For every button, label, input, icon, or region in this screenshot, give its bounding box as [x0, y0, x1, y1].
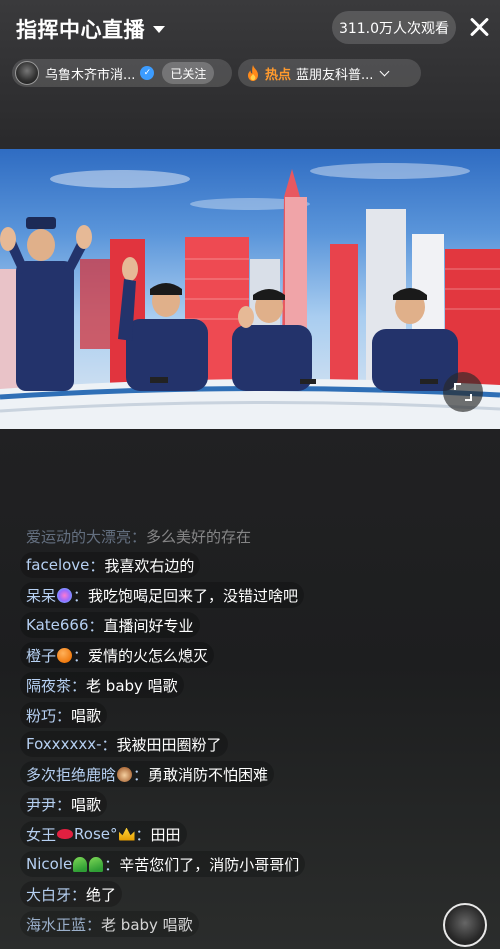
comment-user[interactable]: 海水正蓝 [26, 914, 86, 935]
comment-text: 老 baby 唱歌 [86, 676, 178, 695]
viewer-count-badge: 311.0万人次观看 [332, 11, 456, 44]
tangerine-icon [57, 647, 73, 663]
comment-item: 海水正蓝： 老 baby 唱歌 [20, 911, 199, 937]
follow-button[interactable]: 已关注 [162, 62, 215, 84]
comment-user[interactable]: 女王 [26, 824, 56, 845]
seedling-icon [89, 856, 104, 872]
comment-user[interactable]: 隔夜茶 [26, 675, 71, 696]
see-no-evil-monkey-icon [117, 766, 133, 782]
caret-down-icon [153, 25, 165, 33]
comment-user[interactable]: facelove [26, 556, 89, 574]
account-name[interactable]: 乌鲁木齐市消... [45, 64, 135, 83]
lollipop-icon [57, 587, 73, 603]
hot-topic-chip[interactable]: 热点 蓝朋友科普... [238, 59, 421, 87]
comment-text: 我吃饱喝足回来了，没错过啥吧 [88, 586, 299, 605]
fullscreen-button[interactable] [443, 372, 483, 412]
comment-text: 辛苦您们了，消防小哥哥们 [119, 855, 300, 874]
comment-item: 多次拒绝鹿晗 ： 勇敢消防不怕困难 [20, 761, 275, 787]
comment-text: 勇敢消防不怕困难 [148, 765, 269, 784]
lips-icon [57, 829, 74, 839]
comment-text: 唱歌 [71, 795, 102, 814]
comment-item: 爱运动的大漂亮： 多么美好的存在 [26, 526, 252, 547]
comment-text: 多么美好的存在 [146, 527, 252, 546]
live-title-dropdown[interactable]: 指挥中心直播 [16, 14, 165, 44]
comment-user[interactable]: 橙子 [26, 645, 56, 666]
fire-icon [248, 65, 258, 81]
comment-user[interactable]: 多次拒绝鹿晗 [26, 764, 116, 785]
comment-user-suffix[interactable]: Rose° [74, 825, 117, 843]
comment-item: Nicole ： 辛苦您们了，消防小哥哥们 [20, 851, 306, 877]
host-avatar[interactable] [443, 903, 487, 947]
comment-user[interactable]: Kate666 [26, 616, 89, 634]
verified-icon: ✓ [140, 66, 155, 80]
comment-text: 我喜欢右边的 [104, 556, 195, 575]
account-avatar[interactable] [15, 61, 39, 85]
comment-text: 老 baby 唱歌 [101, 915, 193, 934]
comment-item: 橙子 ： 爱情的火怎么熄灭 [20, 642, 215, 668]
hot-label: 热点 [265, 67, 292, 83]
hot-topic-text[interactable]: 蓝朋友科普... [296, 64, 373, 83]
comment-text: 直播间好专业 [103, 616, 194, 635]
comment-text: 田田 [150, 825, 181, 844]
comment-item: facelove： 我喜欢右边的 [20, 552, 201, 578]
close-icon[interactable] [464, 12, 494, 42]
comment-text: 绝了 [86, 885, 117, 904]
crown-icon [118, 827, 135, 841]
account-chip[interactable]: 乌鲁木齐市消... ✓ 已关注 [12, 59, 232, 87]
comment-item: 大白牙： 绝了 [20, 881, 123, 907]
live-video-player[interactable] [0, 149, 500, 429]
comment-user[interactable]: Foxxxxxx- [26, 735, 101, 753]
comment-item: 呆呆 ： 我吃饱喝足回来了，没错过啥吧 [20, 582, 305, 608]
chevron-down-icon[interactable] [379, 66, 390, 76]
comment-user[interactable]: 粉巧 [26, 705, 56, 726]
comment-item: 隔夜茶： 老 baby 唱歌 [20, 672, 184, 698]
video-frame [0, 163, 500, 429]
page-title: 指挥中心直播 [16, 18, 145, 42]
comment-user[interactable]: 大白牙 [26, 884, 71, 905]
comment-item: 尹尹： 唱歌 [20, 791, 108, 817]
comment-user[interactable]: 尹尹 [26, 794, 56, 815]
fullscreen-icon [454, 383, 472, 401]
comment-item: 女王 Rose° ： 田田 [20, 821, 187, 847]
comment-text: 爱情的火怎么熄灭 [88, 646, 209, 665]
comment-item: 粉巧： 唱歌 [20, 702, 108, 728]
comment-user[interactable]: 呆呆 [26, 585, 56, 606]
comment-user[interactable]: 爱运动的大漂亮 [26, 526, 131, 547]
comment-text: 我被田田圈粉了 [116, 735, 222, 754]
seedling-icon [73, 856, 88, 872]
comment-item: Foxxxxxx-： 我被田田圈粉了 [20, 731, 228, 757]
comment-list[interactable]: 爱运动的大漂亮： 多么美好的存在 facelove： 我喜欢右边的 呆呆 ： 我… [20, 523, 440, 943]
comment-user[interactable]: Nicole [26, 855, 72, 873]
comment-text: 唱歌 [71, 706, 102, 725]
comment-item: Kate666： 直播间好专业 [20, 612, 200, 638]
